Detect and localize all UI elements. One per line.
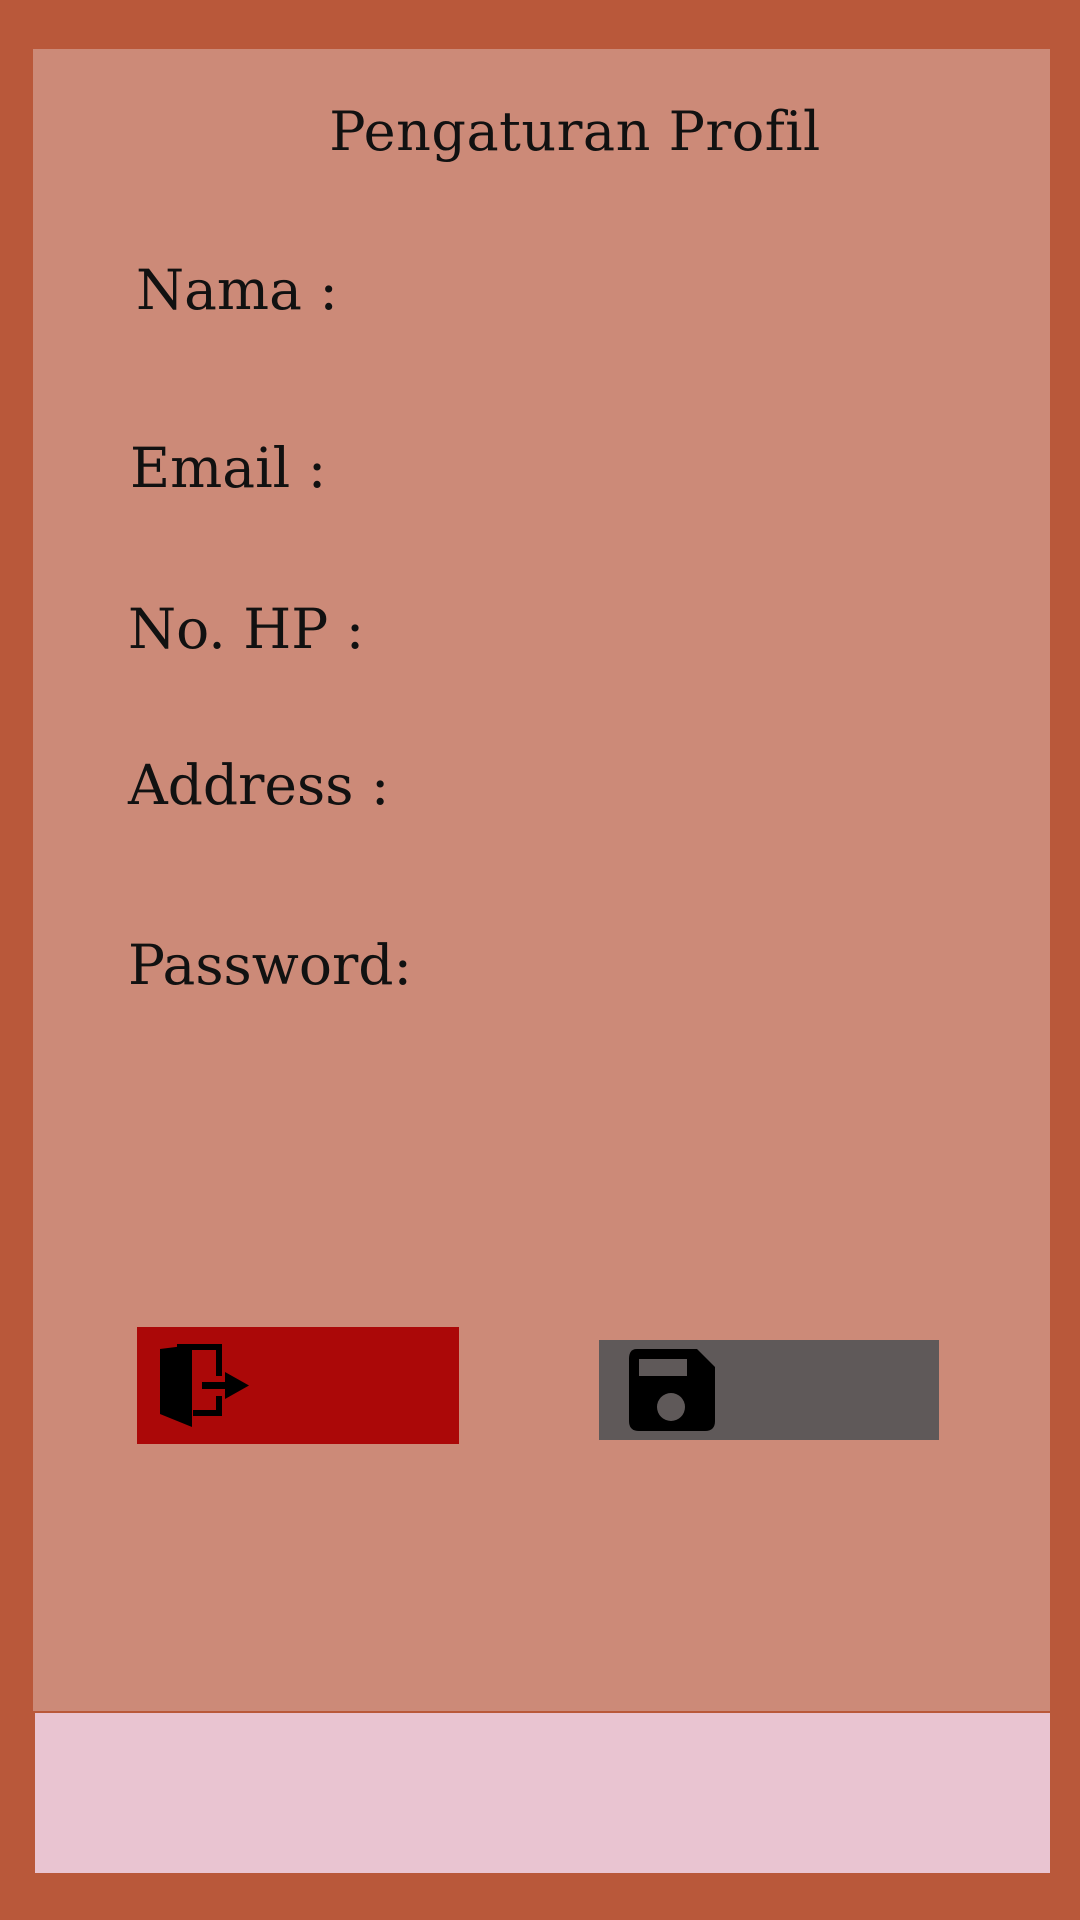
logout-door-icon — [160, 1343, 249, 1427]
password-label: Password: — [128, 933, 412, 997]
address-label: Address : — [128, 753, 390, 817]
page-title: Pengaturan Profil — [329, 100, 821, 163]
phone-label: No. HP : — [128, 597, 365, 661]
save-button[interactable] — [599, 1340, 939, 1440]
logout-button[interactable] — [137, 1327, 459, 1444]
bottom-bar — [35, 1713, 1050, 1873]
save-floppy-icon — [629, 1349, 715, 1431]
email-label: Email : — [130, 436, 327, 500]
name-label: Nama : — [136, 258, 338, 322]
